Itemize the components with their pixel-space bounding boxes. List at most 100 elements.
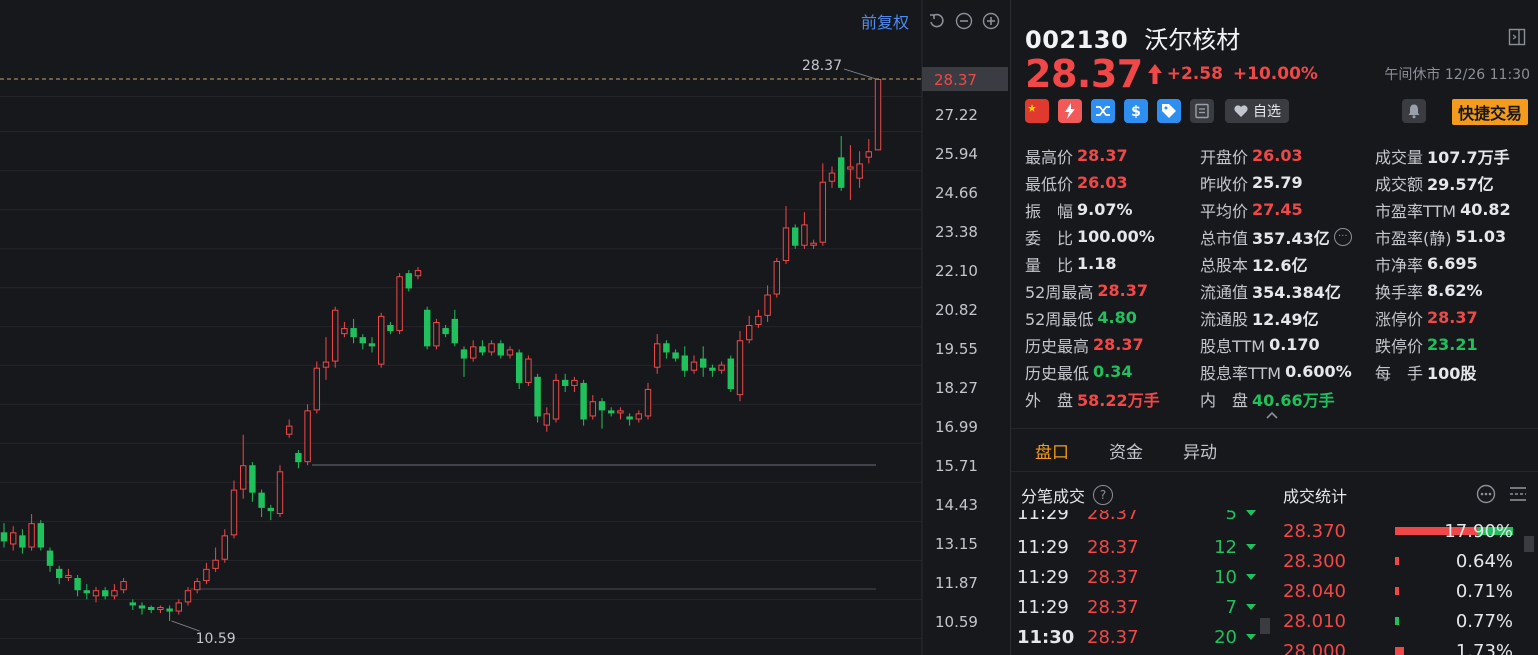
kline-chart-panel[interactable]: 27.22 25.94 24.66 23.38 22.10 20.82 19.55 18.27… <box>0 0 1008 655</box>
alert-bell-button[interactable] <box>1402 99 1426 123</box>
candle-body <box>847 166 854 170</box>
stat-label: 总市值 <box>1200 228 1249 248</box>
quote-stats-grid: 最高价 28.37 开盘价 26.03 成交量 107.7万手 最低价 26.03 昨收价 25.… <box>1025 142 1535 412</box>
more-info-icon[interactable]: ··· <box>1333 227 1352 246</box>
vol-stat-bar <box>1395 617 1399 625</box>
tick-volume: 12 <box>1214 536 1237 558</box>
candle-body <box>755 315 762 326</box>
adjust-mode-button[interactable]: 前复权 <box>861 9 909 33</box>
tag-icon[interactable] <box>1157 99 1181 123</box>
candle-body <box>598 401 606 411</box>
stat-cell: 流通值 354.384亿 <box>1200 279 1375 303</box>
stat-cell: 成交量 107.7万手 <box>1375 144 1535 168</box>
vol-stat-bar <box>1395 647 1404 655</box>
stat-cell: 内 盘 40.66万手 <box>1200 387 1375 411</box>
candle-body <box>589 401 597 417</box>
dollar-icon[interactable]: $ <box>1124 99 1148 123</box>
stat-label: 开盘价 <box>1200 147 1249 167</box>
stat-value: 6.695 <box>1427 254 1478 273</box>
candle-body <box>819 181 827 243</box>
ticks-scrollbar[interactable] <box>1260 618 1270 634</box>
connect-shuffle-icon[interactable] <box>1091 99 1115 123</box>
candle-body <box>28 523 35 548</box>
candle-body <box>377 315 385 365</box>
candle-body <box>791 227 799 246</box>
stat-value: 12.6亿 <box>1252 255 1308 275</box>
notes-icon[interactable] <box>1190 99 1214 123</box>
candle-body <box>451 318 459 344</box>
candle-body <box>239 465 247 490</box>
price-row: 28.37 +2.58 +10.00% <box>1025 52 1318 96</box>
zoom-in-icon[interactable] <box>981 12 1000 31</box>
vol-stats-scrollbar[interactable] <box>1524 536 1534 552</box>
vol-stat-row: 28.000 1.73% <box>1283 636 1523 655</box>
tab-alerts[interactable]: 异动 <box>1183 438 1217 463</box>
candle-body <box>55 568 63 579</box>
candle-body <box>0 532 8 542</box>
stat-label: 成交额 <box>1375 174 1424 194</box>
reset-icon[interactable] <box>927 12 946 31</box>
candle-body <box>460 349 468 359</box>
candle-body <box>699 358 707 368</box>
candle-body <box>203 568 210 582</box>
vol-stat-pct: 17.90% <box>1444 520 1513 542</box>
candle-body <box>764 294 771 316</box>
tick-volume: 10 <box>1214 566 1237 588</box>
tick-price: 28.37 <box>1087 596 1139 618</box>
stat-label: 市净率 <box>1375 255 1424 275</box>
stat-value: 26.03 <box>1252 146 1303 165</box>
more-options-icon[interactable] <box>1476 484 1496 508</box>
current-price-tag: 28.37 <box>934 71 977 89</box>
quick-trade-button[interactable]: 快捷交易 <box>1451 99 1528 125</box>
volume-stats-list[interactable]: 28.370 17.90% 28.300 0.64% 28.040 0.71% 28.010… <box>1283 516 1523 655</box>
candle-body <box>515 352 523 383</box>
china-flag-icon[interactable] <box>1025 99 1049 123</box>
stat-cell: 昨收价 25.79 <box>1200 171 1375 195</box>
stat-row: 历史最低 0.34 股息率TTM 0.600% 每 手 100股 <box>1025 358 1535 385</box>
stat-label: 每 手 <box>1375 363 1424 383</box>
price-change: +2.58 <box>1166 64 1223 84</box>
watchlist-label: 自选 <box>1253 104 1281 120</box>
candle-body <box>212 559 219 569</box>
list-view-icon[interactable] <box>1508 484 1528 508</box>
tab-order-book[interactable]: 盘口 <box>1035 438 1069 463</box>
stat-value: 58.22万手 <box>1077 390 1160 410</box>
add-watchlist-button[interactable]: 自选 <box>1225 99 1289 123</box>
tab-capital[interactable]: 资金 <box>1109 438 1143 463</box>
candle-body <box>350 328 357 338</box>
candle-body <box>442 328 449 335</box>
stock-header: 002130 沃尔核材 <box>1025 20 1240 55</box>
tick-trades-list[interactable]: 11:29 28.37 5 11:29 28.37 12 11:29 28.37 10 11:29… <box>1017 510 1257 655</box>
margin-trading-icon[interactable] <box>1058 99 1082 123</box>
y-tick-label: 13.15 <box>935 535 978 553</box>
candle-body <box>120 581 127 591</box>
y-tick-label: 11.87 <box>935 574 978 592</box>
stat-label: 历史最高 <box>1025 336 1090 356</box>
stat-value: 8.62% <box>1427 281 1483 300</box>
candle-body <box>644 389 652 417</box>
y-tick-label: 20.82 <box>935 301 978 319</box>
candle-body <box>37 523 45 548</box>
candle-body <box>304 410 311 463</box>
candle-body <box>322 361 330 368</box>
stat-cell: 成交额 29.57亿 <box>1375 171 1535 195</box>
stat-value: 1.18 <box>1077 254 1117 273</box>
candle-body <box>249 465 256 493</box>
up-arrow-icon <box>1147 63 1163 85</box>
candle-body <box>65 574 72 579</box>
collapse-stats-icon[interactable] <box>1265 405 1279 419</box>
candle-body <box>101 590 109 597</box>
kline-chart[interactable]: 27.22 25.94 24.66 23.38 22.10 20.82 19.55 18.27… <box>0 0 1008 655</box>
candle-body <box>138 605 146 609</box>
stat-row: 外 盘 58.22万手内 盘 40.66万手 <box>1025 385 1535 412</box>
feature-icons: $ 自选 <box>1025 99 1289 123</box>
vol-stat-price: 28.010 <box>1283 610 1346 632</box>
candle-body <box>175 602 183 612</box>
zoom-out-icon[interactable] <box>954 12 973 31</box>
candle-body <box>810 242 817 246</box>
stat-label: 昨收价 <box>1200 174 1249 194</box>
help-icon[interactable]: ? <box>1093 485 1114 505</box>
stat-value: 0.170 <box>1269 335 1320 354</box>
layout-toggle-icon[interactable] <box>1508 28 1526 46</box>
vol-stat-row: 28.040 0.71% <box>1283 576 1523 606</box>
